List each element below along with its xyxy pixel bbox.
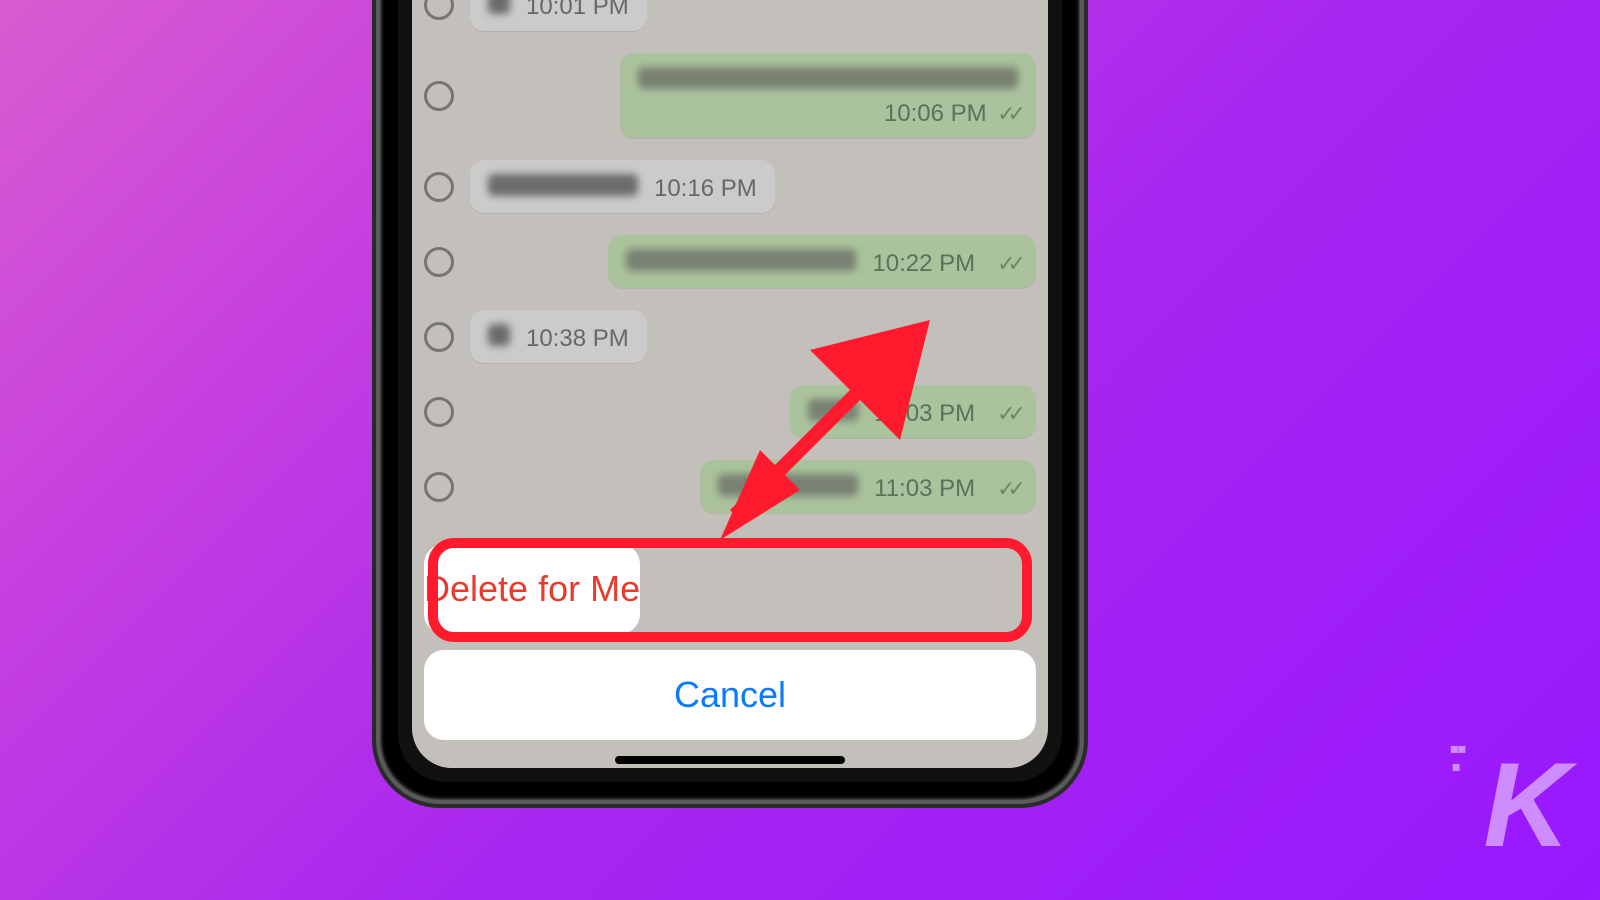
blurred-message-text [626,249,856,271]
blurred-message-text [718,474,858,496]
message-bubble-outgoing[interactable]: 11:03 PM ✓✓ [700,460,1036,513]
message-row[interactable]: 10:22 PM ✓✓ [424,235,1036,288]
message-bubble-incoming[interactable]: 10:01 PM [470,0,647,31]
message-bubble-outgoing[interactable]: 11:03 PM ✓✓ [790,385,1036,438]
read-ticks-icon: ✓✓ [997,401,1018,427]
blurred-message-text [638,67,1018,89]
read-ticks-icon: ✓✓ [997,251,1018,277]
message-row[interactable]: 10:06 PM ✓✓ [424,53,1036,138]
message-row[interactable]: 10:01 PM [424,0,1036,31]
message-bubble-incoming[interactable]: 10:16 PM [470,160,775,213]
select-circle-icon[interactable] [424,81,454,111]
message-time: 10:01 PM [526,0,629,21]
read-ticks-icon: ✓✓ [997,101,1018,127]
phone-frame: 10:01 PM 10:06 PM ✓✓ [380,0,1080,800]
stage: 10:01 PM 10:06 PM ✓✓ [0,0,1600,900]
message-row[interactable]: 10:16 PM [424,160,1036,213]
read-ticks-icon: ✓✓ [997,476,1018,502]
message-bubble-outgoing[interactable]: 10:06 PM ✓✓ [620,53,1036,138]
phone-bezel: 10:01 PM 10:06 PM ✓✓ [398,0,1062,782]
select-circle-icon[interactable] [424,247,454,277]
select-circle-icon[interactable] [424,322,454,352]
select-circle-icon[interactable] [424,172,454,202]
select-circle-icon[interactable] [424,472,454,502]
message-time: 11:03 PM [874,475,975,503]
delete-for-me-button[interactable]: Delete for Me [424,544,640,634]
message-row[interactable]: 11:03 PM ✓✓ [424,385,1036,438]
select-circle-icon[interactable] [424,0,454,20]
watermark-letter: K [1483,738,1564,872]
watermark-dots-icon: ▪ ▪ ▪ [1449,740,1460,776]
delete-row: Delete for Me [424,544,1036,634]
blurred-message-text [808,399,858,421]
message-time: 10:16 PM [654,175,757,203]
message-row[interactable]: 10:38 PM [424,310,1036,363]
message-bubble-incoming[interactable]: 10:38 PM [470,310,647,363]
action-sheet: Delete for Me Cancel [424,544,1036,740]
watermark: ▪ ▪ ▪ K [1483,736,1564,874]
blurred-message-text [488,324,510,346]
phone-screen: 10:01 PM 10:06 PM ✓✓ [412,0,1048,768]
blurred-message-text [488,174,638,196]
message-time: 10:22 PM [872,250,975,278]
message-time: 11:03 PM [874,400,975,428]
message-row[interactable]: 11:03 PM ✓✓ [424,460,1036,513]
home-indicator[interactable] [615,756,845,764]
message-bubble-outgoing[interactable]: 10:22 PM ✓✓ [608,235,1036,288]
message-time: 10:06 PM [884,100,987,127]
cancel-button[interactable]: Cancel [424,650,1036,740]
message-time: 10:38 PM [526,325,629,353]
blurred-message-text [488,0,510,14]
select-circle-icon[interactable] [424,397,454,427]
